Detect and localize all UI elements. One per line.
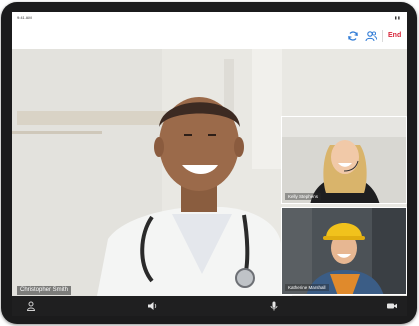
video-camera-icon[interactable] <box>386 300 398 312</box>
participants-icon[interactable] <box>364 29 378 43</box>
toolbar-divider <box>382 30 383 42</box>
participant-thumbnail[interactable]: Kelly Stephens <box>281 116 407 204</box>
participant-thumbnail[interactable]: Katherine Marshall <box>281 207 407 295</box>
speaker-icon[interactable] <box>146 300 158 312</box>
tablet-frame: 9:41 AM ▮▮ End Christopher Smith Kelly S… <box>1 2 417 324</box>
call-controls-bar <box>12 296 407 316</box>
status-bar: 9:41 AM ▮▮ <box>12 12 407 24</box>
camera-switch-icon[interactable] <box>346 29 360 43</box>
microphone-icon[interactable] <box>268 300 280 312</box>
battery-icon: ▮▮ <box>394 15 401 20</box>
end-call-button[interactable]: End <box>388 30 401 42</box>
person-icon[interactable] <box>25 300 37 312</box>
participant-name: Katherine Marshall <box>285 284 329 291</box>
video-call-screen: 9:41 AM ▮▮ End Christopher Smith Kelly S… <box>12 12 407 316</box>
participant-video-image <box>282 208 406 294</box>
participant-name: Kelly Stephens <box>285 193 322 200</box>
video-stage: Christopher Smith Kelly Stephens Katheri… <box>12 49 407 296</box>
participant-video-image <box>282 117 406 203</box>
call-toolbar: End <box>12 24 407 49</box>
status-time: 9:41 AM <box>17 15 32 20</box>
main-participant-name: Christopher Smith <box>17 286 72 295</box>
